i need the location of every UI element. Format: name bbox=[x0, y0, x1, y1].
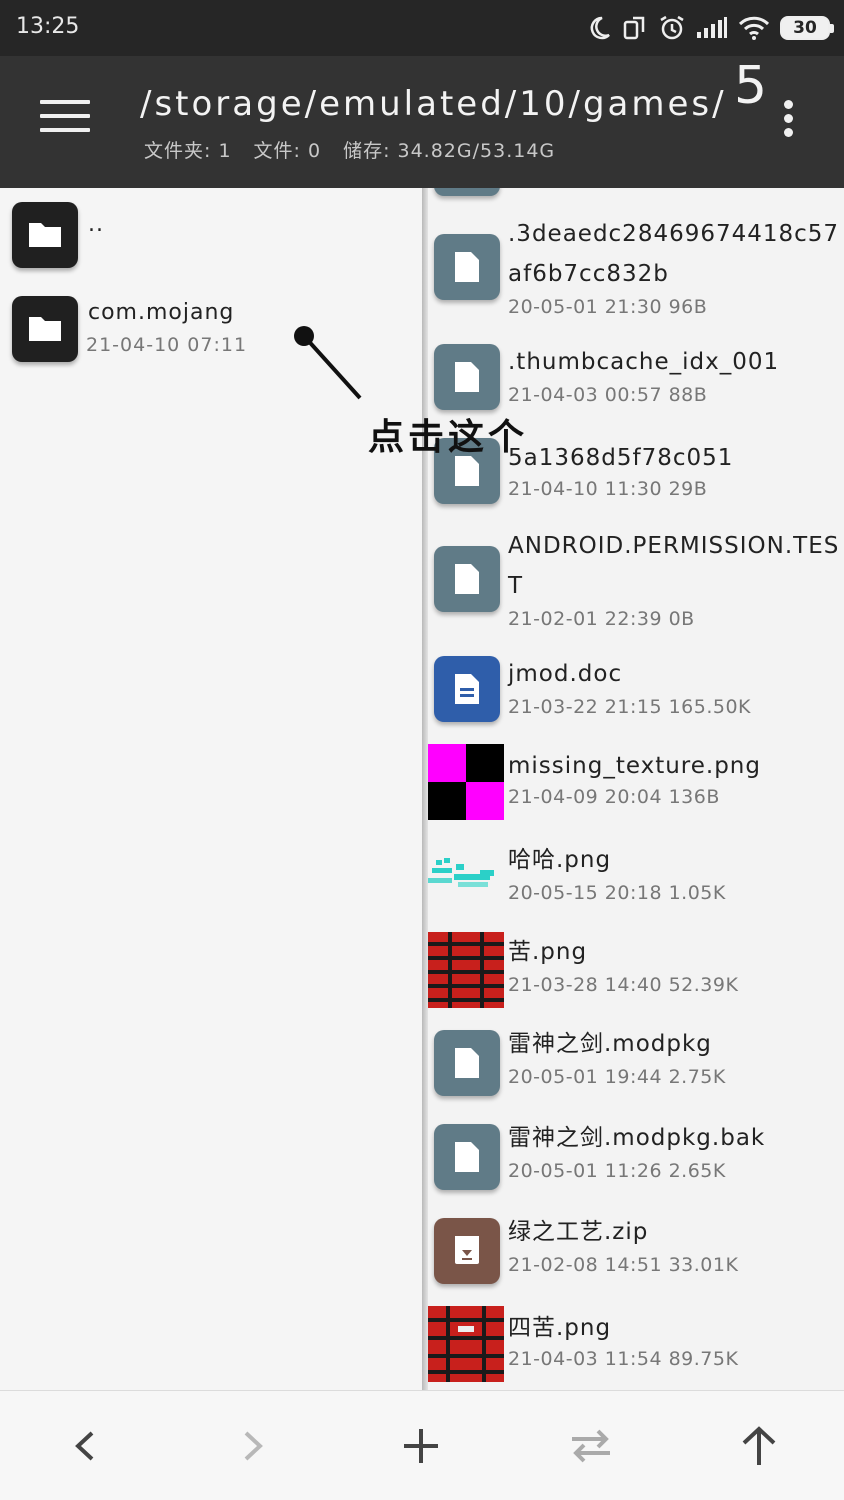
file-meta: 21-02-08 14:51 33.01K bbox=[508, 1254, 739, 1276]
alarm-icon bbox=[658, 14, 686, 42]
file-item[interactable]: ANDROID.PERMISSION.TEST 21-02-01 22:39 0… bbox=[428, 528, 844, 638]
file-item[interactable]: 雷神之剑.modpkg 20-05-01 19:44 2.75K bbox=[428, 1030, 844, 1110]
file-name: 哈哈.png bbox=[508, 847, 612, 873]
left-pane: .. com.mojang 21-04-10 07:11 bbox=[0, 188, 422, 1390]
file-meta: 20-05-01 21:30 96B bbox=[508, 296, 708, 318]
folder-item-com-mojang[interactable]: com.mojang 21-04-10 07:11 bbox=[12, 296, 412, 362]
file-meta: 20-05-15 20:18 1.05K bbox=[508, 882, 726, 904]
file-meta: 21-03-22 21:15 165.50K bbox=[508, 696, 752, 718]
forward-icon[interactable] bbox=[228, 1421, 278, 1471]
file-item[interactable]: 苦.png 21-03-28 14:40 52.39K bbox=[428, 932, 844, 1012]
bottom-toolbar bbox=[0, 1390, 844, 1500]
file-name: 5a1368d5f78c051 bbox=[508, 445, 734, 471]
folder-icon bbox=[12, 296, 78, 362]
more-options-icon[interactable] bbox=[778, 100, 798, 144]
status-bar: 13:25 30 bbox=[0, 0, 844, 56]
status-time: 13:25 bbox=[16, 14, 80, 39]
file-icon bbox=[434, 188, 500, 196]
hamburger-menu-icon[interactable] bbox=[40, 100, 90, 140]
file-icon bbox=[434, 1030, 500, 1096]
archive-icon bbox=[434, 1218, 500, 1284]
file-meta: 21-04-03 00:57 88B bbox=[508, 384, 708, 406]
signal-icon bbox=[696, 16, 728, 40]
status-icons: 30 bbox=[586, 10, 834, 46]
document-icon bbox=[434, 656, 500, 722]
image-thumbnail bbox=[428, 1306, 504, 1382]
file-name: .thumbcache_idx_001 bbox=[508, 349, 780, 375]
storage-usage: 储存: 34.82G/53.14G bbox=[343, 140, 556, 162]
annotation-label: 点击这个 bbox=[368, 416, 529, 458]
right-pane: .3deaedc28469674418c57af6b7cc832b 20-05-… bbox=[428, 188, 844, 1390]
folder-item-parent[interactable]: .. bbox=[12, 202, 412, 268]
file-name: jmod.doc bbox=[508, 661, 623, 687]
file-meta: 21-02-01 22:39 0B bbox=[508, 608, 695, 630]
file-meta: 21-03-28 14:40 52.39K bbox=[508, 974, 739, 996]
file-item[interactable]: 绿之工艺.zip 21-02-08 14:51 33.01K bbox=[428, 1218, 844, 1298]
file-name: 雷神之剑.modpkg.bak bbox=[508, 1125, 766, 1151]
back-icon[interactable] bbox=[60, 1421, 110, 1471]
path-summary: 文件夹: 1 文件: 0 储存: 34.82G/53.14G bbox=[144, 136, 555, 163]
wifi-icon bbox=[738, 15, 770, 41]
file-meta: 21-04-10 11:30 29B bbox=[508, 478, 708, 500]
file-name: ANDROID.PERMISSION.TEST bbox=[508, 533, 840, 599]
folder-icon bbox=[12, 202, 78, 268]
folder-count: 文件夹: 1 bbox=[144, 140, 232, 162]
file-name: .3deaedc28469674418c57af6b7cc832b bbox=[508, 221, 840, 287]
file-name: 四苦.png bbox=[508, 1315, 612, 1341]
battery-icon: 30 bbox=[780, 16, 834, 40]
file-item[interactable]: 哈哈.png 20-05-15 20:18 1.05K bbox=[428, 840, 844, 920]
add-icon[interactable] bbox=[396, 1421, 446, 1471]
file-meta: 20-05-01 11:26 2.65K bbox=[508, 1160, 726, 1182]
folder-date: 21-04-10 07:11 bbox=[86, 334, 248, 356]
file-item[interactable]: 雷神之剑.modpkg.bak 20-05-01 11:26 2.65K bbox=[428, 1124, 844, 1204]
app-bar: /storage/emulated/10/games/ 文件夹: 1 文件: 0… bbox=[0, 56, 844, 188]
screen-rotate-icon bbox=[622, 14, 648, 42]
up-arrow-icon[interactable] bbox=[734, 1421, 784, 1471]
folder-name: com.mojang bbox=[88, 300, 235, 325]
file-meta: 21-04-03 11:54 89.75K bbox=[508, 1348, 739, 1370]
file-item[interactable]: missing_texture.png 21-04-09 20:04 136B bbox=[428, 744, 844, 824]
file-icon bbox=[434, 546, 500, 612]
file-icon bbox=[434, 344, 500, 410]
file-name: 苦.png bbox=[508, 939, 588, 965]
file-item[interactable]: .3deaedc28469674418c57af6b7cc832b 20-05-… bbox=[428, 218, 844, 328]
file-meta: 20-05-01 19:44 2.75K bbox=[508, 1066, 726, 1088]
corner-number: 5 bbox=[734, 56, 768, 116]
current-path: /storage/emulated/10/games/ bbox=[140, 84, 727, 124]
moon-icon bbox=[586, 15, 612, 41]
file-icon bbox=[434, 234, 500, 300]
file-item[interactable]: 四苦.png 21-04-03 11:54 89.75K bbox=[428, 1306, 844, 1386]
file-name: missing_texture.png bbox=[508, 753, 761, 779]
file-name: 绿之工艺.zip bbox=[508, 1219, 649, 1245]
image-thumbnail bbox=[428, 840, 504, 916]
file-item[interactable]: jmod.doc 21-03-22 21:15 165.50K bbox=[428, 656, 844, 736]
file-icon bbox=[434, 1124, 500, 1190]
image-thumbnail bbox=[428, 932, 504, 1008]
image-thumbnail bbox=[428, 744, 504, 820]
file-meta: 21-04-09 20:04 136B bbox=[508, 786, 720, 808]
folder-name: .. bbox=[88, 212, 104, 237]
file-count: 文件: 0 bbox=[253, 140, 322, 162]
swap-icon[interactable] bbox=[566, 1421, 616, 1471]
file-name: 雷神之剑.modpkg bbox=[508, 1031, 712, 1057]
